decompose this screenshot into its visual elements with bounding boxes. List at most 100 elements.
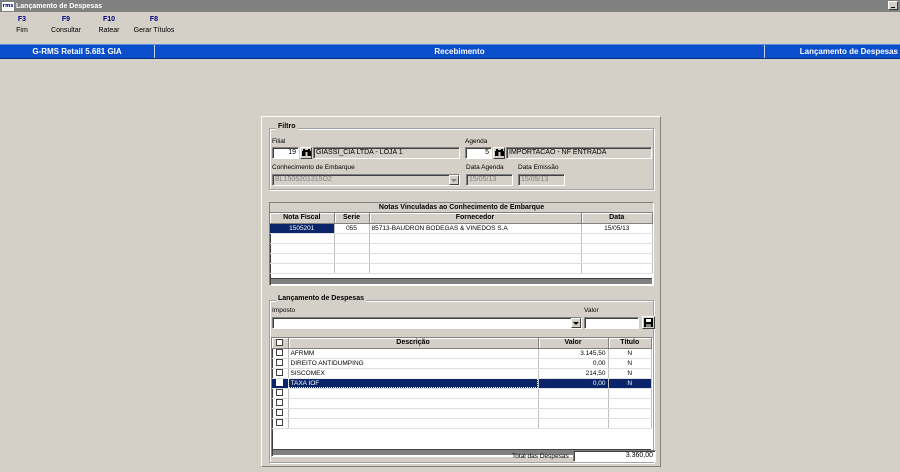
despesas-table: Descrição Valor Título AFRMM 3.145,50 N …: [272, 338, 652, 429]
fkey-caption: Fim: [16, 27, 28, 34]
col-valor[interactable]: Valor: [538, 338, 609, 349]
row-checkbox[interactable]: [276, 389, 284, 397]
screen-name: Lançamento de Despesas: [799, 47, 898, 56]
chevron-down-icon[interactable]: [571, 318, 581, 328]
agenda-search-button[interactable]: [493, 147, 505, 159]
data-agenda-field: 15/05/13: [466, 174, 513, 186]
imposto-label: Imposto: [272, 307, 296, 314]
despesas-grid[interactable]: Descrição Valor Título AFRMM 3.145,50 N …: [271, 337, 653, 457]
notas-table: Nota Fiscal Serie Fornecedor Data 150520…: [270, 213, 653, 274]
row-checkbox[interactable]: [276, 419, 284, 427]
app-header-bar: G-RMS Retail 5.681 GIA Recebimento Lança…: [0, 44, 900, 59]
notas-grid[interactable]: Notas Vinculadas ao Conhecimento de Emba…: [269, 202, 654, 286]
valor-field[interactable]: [584, 317, 639, 329]
conhecimento-select[interactable]: BL1505201315O2: [272, 174, 460, 186]
filial-label: Filial: [272, 138, 286, 145]
function-key-toolbar: F3 Fim F9 Consultar F10 Ratear F8 Gerar …: [0, 15, 178, 43]
valor-cell[interactable]: 3.145,50: [538, 348, 609, 359]
table-row[interactable]: 1505201 055 85713-BAUDRON BODEGAS & VINE…: [270, 223, 653, 234]
valor-cell[interactable]: 0,00: [538, 378, 609, 389]
data-emissao-field: 15/05/13: [518, 174, 565, 186]
minimize-button[interactable]: [888, 1, 898, 10]
descricao-cell[interactable]: AFRMM: [288, 348, 539, 359]
checkbox[interactable]: [276, 339, 284, 347]
table-row[interactable]: [270, 253, 653, 264]
fkey-label: F8: [149, 16, 159, 23]
table-row[interactable]: [272, 388, 652, 399]
row-checkbox[interactable]: [276, 409, 284, 417]
table-row[interactable]: [272, 398, 652, 409]
binoculars-icon: [494, 149, 504, 156]
titulo-cell[interactable]: N: [608, 368, 652, 379]
fkey-consultar-button[interactable]: F9 Consultar: [44, 15, 88, 43]
valor-label: Valor: [584, 307, 599, 314]
conhecimento-label: Conhecimento de Embarque: [272, 164, 355, 171]
table-row[interactable]: [270, 243, 653, 254]
table-row[interactable]: [272, 408, 652, 419]
row-checkbox[interactable]: [276, 399, 284, 407]
app-logo-icon: rms: [2, 1, 14, 11]
chevron-down-icon[interactable]: [449, 175, 459, 185]
select-all-header[interactable]: [272, 338, 289, 349]
window-title: Lançamento de Despesas: [16, 2, 102, 10]
descricao-cell[interactable]: TAXA IOF: [288, 378, 539, 389]
data-emissao-label: Data Emissão: [518, 164, 559, 171]
imposto-select[interactable]: [272, 317, 582, 329]
table-row[interactable]: DIREITO ANTIDUMPING 0,00 N: [272, 358, 652, 369]
col-serie[interactable]: Serie: [334, 213, 370, 224]
table-row[interactable]: [270, 233, 653, 244]
col-titulo[interactable]: Título: [608, 338, 652, 349]
notas-grid-caption: Notas Vinculadas ao Conhecimento de Emba…: [270, 203, 653, 213]
table-row[interactable]: [270, 263, 653, 274]
fkey-caption: Consultar: [51, 27, 81, 34]
agenda-label: Agenda: [465, 138, 488, 145]
horizontal-scrollbar[interactable]: [271, 278, 652, 284]
fornecedor-cell[interactable]: 85713-BAUDRON BODEGAS & VINEDOS S.A: [369, 223, 582, 234]
valor-cell[interactable]: 0,00: [538, 358, 609, 369]
data-agenda-label: Data Agenda: [466, 164, 504, 171]
titulo-cell[interactable]: N: [608, 348, 652, 359]
row-checkbox[interactable]: [276, 379, 284, 387]
descricao-cell[interactable]: DIREITO ANTIDUMPING: [288, 358, 539, 369]
fkey-caption: Gerar Títulos: [133, 27, 175, 34]
serie-cell[interactable]: 055: [334, 223, 370, 234]
binoculars-icon: [301, 149, 311, 156]
filtro-group: Filtro Filial 19 GIASSI_CIA LTDA - LOJA …: [269, 123, 654, 190]
fkey-label: F10: [102, 16, 116, 23]
descricao-cell[interactable]: SISCOMEX: [288, 368, 539, 379]
save-button[interactable]: [642, 316, 655, 329]
nota-cell[interactable]: 1505201: [270, 223, 335, 234]
col-nota-fiscal[interactable]: Nota Fiscal: [270, 213, 335, 224]
fkey-gerar-titulos-button[interactable]: F8 Gerar Títulos: [130, 15, 178, 43]
table-row[interactable]: [272, 418, 652, 429]
filial-search-button[interactable]: [300, 147, 312, 159]
main-panel: Filtro Filial 19 GIASSI_CIA LTDA - LOJA …: [261, 116, 661, 467]
filial-name-field: GIASSI_CIA LTDA - LOJA 1: [313, 147, 460, 159]
fkey-ratear-button[interactable]: F10 Ratear: [88, 15, 130, 43]
col-fornecedor[interactable]: Fornecedor: [369, 213, 582, 224]
table-row[interactable]: SISCOMEX 214,50 N: [272, 368, 652, 379]
valor-cell[interactable]: 214,50: [538, 368, 609, 379]
agenda-code-field[interactable]: 5: [465, 147, 492, 159]
data-cell[interactable]: 15/05/13: [581, 223, 653, 234]
filial-code-field[interactable]: 19: [272, 147, 299, 159]
titulo-cell[interactable]: N: [608, 358, 652, 369]
fkey-caption: Ratear: [98, 27, 120, 34]
floppy-disk-icon: [644, 318, 653, 327]
filtro-title: Filtro: [276, 123, 298, 130]
lancamento-group: Lançamento de Despesas Imposto Valor Des…: [269, 295, 655, 463]
lancamento-title: Lançamento de Despesas: [276, 295, 366, 302]
col-data[interactable]: Data: [581, 213, 653, 224]
window-titlebar: rms Lançamento de Despesas: [0, 0, 900, 12]
col-descricao[interactable]: Descrição: [288, 338, 539, 349]
table-row-selected[interactable]: TAXA IOF 0,00 N: [272, 378, 652, 389]
total-label: Total das Despesas: [512, 453, 569, 460]
row-checkbox[interactable]: [276, 359, 284, 367]
row-checkbox[interactable]: [276, 369, 284, 377]
row-checkbox[interactable]: [276, 349, 284, 357]
fkey-fim-button[interactable]: F3 Fim: [0, 15, 44, 43]
total-field: 3.360,00: [573, 450, 656, 462]
titulo-cell[interactable]: N: [608, 378, 652, 389]
fkey-label: F9: [61, 16, 71, 23]
table-row[interactable]: AFRMM 3.145,50 N: [272, 348, 652, 359]
